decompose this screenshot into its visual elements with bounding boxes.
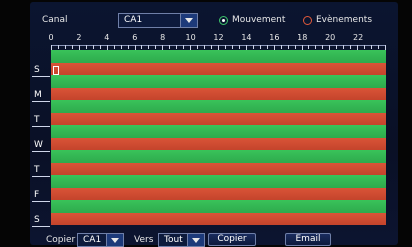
canal-label: Canal (42, 15, 68, 25)
hour-label: 10 (185, 33, 196, 42)
schedule-screen: Canal CA1 Mouvement Evènements 0 2 4 6 8 10 12… (0, 0, 412, 247)
copy-to-value: Tout (164, 235, 183, 245)
hour-label: 14 (241, 33, 252, 42)
events-band[interactable] (51, 113, 386, 125)
day-underline (32, 176, 50, 177)
ruler-tick (350, 45, 352, 49)
day-label: M (34, 90, 42, 100)
day-label: S (34, 215, 40, 225)
hour-label: 20 (325, 33, 336, 42)
hour-label: 4 (104, 33, 110, 42)
channel-select[interactable]: CA1 (118, 13, 198, 28)
ruler-tick (197, 45, 199, 49)
day-label: W (34, 140, 43, 150)
ruler-tick (287, 45, 289, 49)
movement-band[interactable] (51, 125, 386, 138)
day-underline (32, 226, 50, 227)
events-band[interactable] (51, 213, 386, 225)
day-underline (32, 201, 50, 202)
movement-band[interactable] (51, 150, 386, 163)
ruler-tick (308, 45, 310, 49)
events-band[interactable] (51, 138, 386, 150)
ruler-tick (176, 45, 178, 49)
copy-from-select[interactable]: CA1 (77, 233, 124, 247)
ruler-tick (238, 45, 240, 49)
radio-evenements-icon (303, 16, 312, 25)
ruler-tick (148, 45, 150, 49)
movement-band[interactable] (51, 50, 386, 63)
ruler-tick (371, 45, 373, 49)
day-label: F (34, 190, 40, 200)
copy-from-value: CA1 (83, 235, 102, 245)
radio-mouvement-icon (219, 16, 228, 25)
day-underline (32, 76, 50, 77)
ruler-tick (92, 45, 94, 49)
day-label: T (34, 115, 40, 125)
hour-label: 22 (352, 33, 364, 42)
channel-select-value: CA1 (124, 15, 143, 25)
hour-label: 16 (269, 33, 280, 42)
schedule-grid[interactable] (51, 50, 386, 225)
movement-band[interactable] (51, 175, 386, 188)
ruler-tick (85, 45, 87, 49)
day-label: T (34, 165, 40, 175)
ruler-tick (266, 45, 268, 49)
movement-band[interactable] (51, 200, 386, 213)
ruler-tick (336, 45, 338, 49)
chevron-down-icon (180, 14, 197, 27)
hour-label: 8 (160, 33, 166, 42)
ruler-tick (64, 45, 66, 49)
ruler-tick (259, 45, 261, 49)
ruler-tick (378, 45, 380, 49)
ruler-tick (294, 45, 296, 49)
ruler-tick (322, 45, 324, 49)
ruler-tick (364, 45, 366, 49)
day-underline (32, 126, 50, 127)
to-label: Vers (134, 235, 154, 245)
copy-button[interactable]: Copier (208, 233, 256, 246)
ruler-tick (141, 45, 143, 49)
ruler-tick (99, 45, 101, 49)
ruler-tick (155, 45, 157, 49)
hour-label: 6 (132, 33, 138, 42)
events-band[interactable] (51, 88, 386, 100)
ruler-tick (211, 45, 213, 49)
radio-evenements-label: Evènements (316, 15, 373, 25)
ruler-tick (57, 45, 59, 49)
ruler-tick (252, 45, 254, 49)
hour-label: 12 (213, 33, 224, 42)
day-label: S (34, 65, 40, 75)
hour-label: 2 (76, 33, 82, 42)
ruler-tick (113, 45, 115, 49)
chevron-down-icon (187, 234, 204, 246)
hour-label: 18 (297, 33, 308, 42)
ruler-tick (127, 45, 129, 49)
day-underline (32, 151, 50, 152)
ruler-tick (280, 45, 282, 49)
copy-label: Copier (46, 235, 76, 245)
radio-mouvement-label: Mouvement (232, 15, 286, 25)
events-band[interactable] (51, 163, 386, 175)
ruler-tick (71, 45, 73, 49)
email-button[interactable]: Email (285, 233, 331, 246)
ruler-tick (343, 45, 345, 49)
events-band[interactable] (51, 63, 386, 75)
ruler-tick (183, 45, 185, 49)
chevron-down-icon (106, 234, 123, 246)
movement-band[interactable] (51, 100, 386, 113)
movement-band[interactable] (51, 75, 386, 88)
ruler-tick (169, 45, 171, 49)
copy-to-select[interactable]: Tout (158, 233, 205, 247)
ruler-tick (315, 45, 317, 49)
ruler-tick (224, 45, 226, 49)
ruler-tick (231, 45, 233, 49)
hour-label: 0 (48, 33, 54, 42)
selection-cursor (53, 66, 59, 75)
events-band[interactable] (51, 188, 386, 200)
ruler-tick (120, 45, 122, 49)
ruler-tick (204, 45, 206, 49)
day-underline (32, 101, 50, 102)
